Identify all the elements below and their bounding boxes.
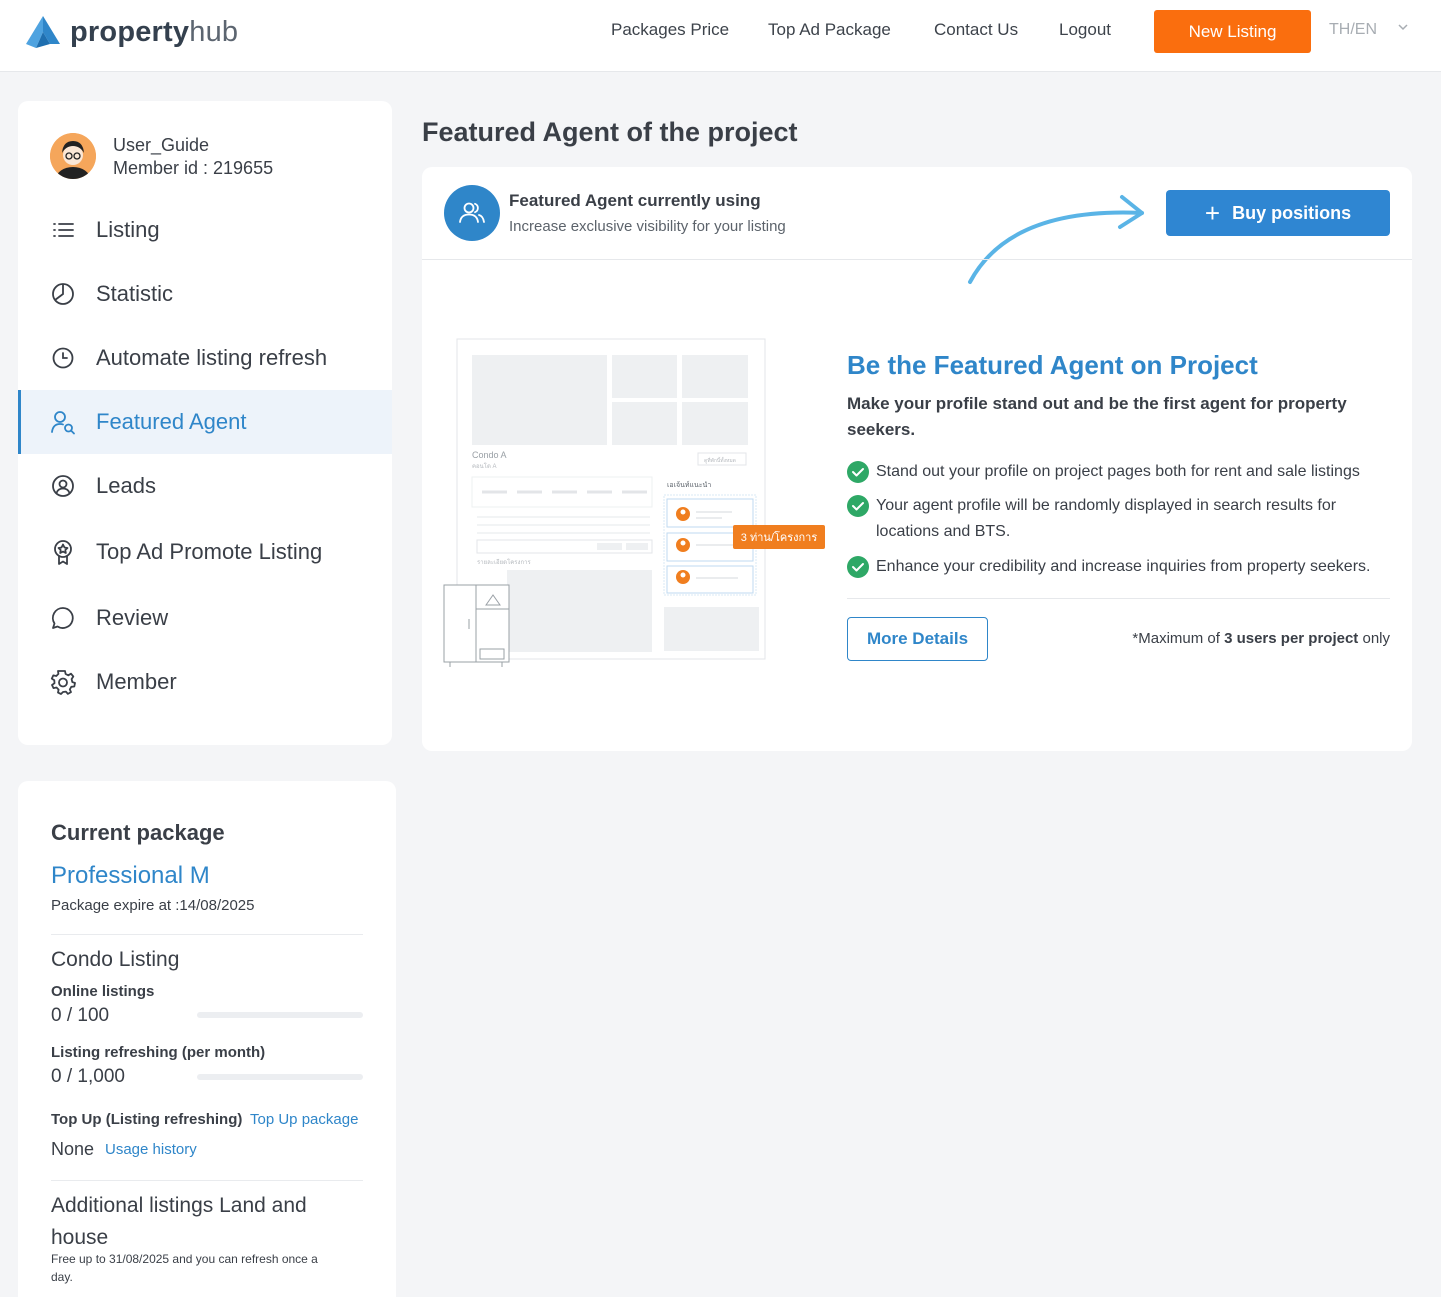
divider [51, 934, 363, 935]
logo-text: propertyhub [70, 15, 239, 48]
chevron-down-icon[interactable] [1398, 22, 1408, 32]
sidebar-item-listing[interactable]: Listing [18, 198, 392, 262]
illus-condo-sub: คอนโด A [472, 462, 497, 470]
page-title: Featured Agent of the project [422, 117, 798, 147]
buy-positions-button[interactable]: + Buy positions [1166, 190, 1390, 236]
avatar[interactable] [50, 133, 96, 179]
max-users-note: *Maximum of 3 users per project only [1132, 630, 1390, 647]
nav-top-ad-package[interactable]: Top Ad Package [768, 20, 891, 40]
sidebar-item-label: Featured Agent [96, 409, 247, 434]
condo-listing-heading: Condo Listing [51, 948, 180, 971]
sidebar-item-top-ad-promote[interactable]: Top Ad Promote Listing [18, 520, 392, 584]
refresh-value: 0 / 1,000 [51, 1066, 125, 1087]
logo[interactable]: propertyhub [24, 14, 238, 50]
check-icon [847, 461, 869, 483]
sidebar-item-leads[interactable]: Leads [18, 454, 392, 518]
user-circle-icon [52, 475, 74, 497]
sidebar-item-label: Listing [96, 217, 160, 242]
usage-history-link[interactable]: Usage history [105, 1141, 197, 1158]
sidebar-item-review[interactable]: Review [18, 586, 392, 650]
sidebar-item-label: Leads [96, 473, 156, 498]
pie-chart-icon [52, 283, 74, 305]
user-name: User_Guide [113, 135, 210, 155]
package-expire: Package expire at :14/08/2025 [51, 897, 255, 914]
additional-note-line2: day. [51, 1270, 73, 1284]
sidebar: User_Guide Member id : 219655 Listing St… [18, 101, 392, 745]
sidebar-item-label: Top Ad Promote Listing [96, 539, 323, 564]
check-icon [847, 495, 869, 517]
sidebar-item-label: Statistic [96, 281, 174, 306]
current-package-card: Current package Professional M Package e… [18, 781, 396, 1297]
divider [422, 259, 1412, 260]
buy-positions-label: Buy positions [1232, 202, 1352, 223]
additional-note-line1: Free up to 31/08/2025 and you can refres… [51, 1252, 318, 1266]
clock-icon [52, 347, 74, 369]
additional-listings-heading-line2: house [51, 1226, 109, 1249]
nav-contact-us[interactable]: Contact Us [934, 20, 1018, 40]
arrow-icon [968, 195, 1144, 284]
avatar-icon [50, 133, 96, 179]
list-icon [53, 223, 74, 237]
package-heading: Current package [51, 820, 225, 845]
featured-agent-status-subtitle: Increase exclusive visibility for your l… [509, 218, 786, 235]
sidebar-item-label: Review [96, 605, 169, 630]
online-listings-value: 0 / 100 [51, 1005, 110, 1026]
check-icon [847, 556, 869, 578]
nav-logout[interactable]: Logout [1059, 20, 1111, 40]
feature-text: Stand out your profile on project pages … [876, 463, 1360, 480]
promo-title: Be the Featured Agent on Project [847, 350, 1258, 380]
sidebar-item-automate-refresh[interactable]: Automate listing refresh [18, 326, 392, 390]
top-header: propertyhub Packages Price Top Ad Packag… [0, 0, 1441, 72]
refresh-label: Listing refreshing (per month) [51, 1044, 266, 1061]
divider [51, 1180, 363, 1181]
promo-subtitle: Make your profile stand out and be the f… [847, 394, 1347, 439]
illus-condo-name: Condo A [472, 450, 507, 460]
language-selector[interactable]: TH/EN [1329, 21, 1377, 39]
featured-agent-illustration: Condo A คอนโด A ดูที่พักนี้ทั้งหมด รายละ… [443, 338, 766, 667]
online-listings-progress [197, 1012, 363, 1018]
plus-icon: + [1204, 198, 1221, 228]
sidebar-item-label: Member [96, 669, 177, 694]
sidebar-item-member[interactable]: Member [18, 650, 392, 714]
users-icon [459, 202, 485, 223]
illus-agent-count-tag: 3 ท่าน/โครงการ [733, 525, 825, 549]
featured-agent-card: Featured Agent currently using Increase … [422, 167, 1412, 751]
divider [847, 598, 1390, 599]
nav-packages-price[interactable]: Packages Price [611, 20, 729, 40]
sidebar-item-statistic[interactable]: Statistic [18, 262, 392, 326]
member-id: Member id : 219655 [113, 158, 274, 178]
topup-label: Top Up (Listing refreshing) [51, 1111, 243, 1128]
illus-detail-label: รายละเอียดโครงการ [477, 558, 531, 566]
illus-agent-label: เอเจ้นท์แนะนำ [667, 481, 711, 489]
feature-text: Enhance your credibility and increase in… [876, 558, 1371, 575]
more-details-button[interactable]: More Details [847, 617, 988, 661]
gear-icon [50, 670, 76, 695]
new-listing-button[interactable]: New Listing [1154, 10, 1311, 53]
topup-value: None [51, 1139, 95, 1159]
chat-icon [52, 607, 74, 629]
refresh-progress [197, 1074, 363, 1080]
package-name[interactable]: Professional M [51, 862, 210, 890]
badge-icon [54, 540, 72, 565]
feature-text: Your agent profile will be randomly disp… [876, 497, 1337, 540]
online-listings-label: Online listings [51, 983, 155, 1000]
featured-agent-status-title: Featured Agent currently using [509, 191, 761, 210]
additional-listings-heading-line1: Additional listings Land and [51, 1194, 307, 1217]
sidebar-item-featured-agent[interactable]: Featured Agent [18, 390, 392, 454]
user-search-icon [51, 411, 75, 435]
logo-icon [26, 16, 60, 48]
featured-agent-status-icon [444, 185, 500, 241]
sidebar-item-label: Automate listing refresh [96, 345, 328, 370]
topup-package-link[interactable]: Top Up package [250, 1111, 358, 1128]
